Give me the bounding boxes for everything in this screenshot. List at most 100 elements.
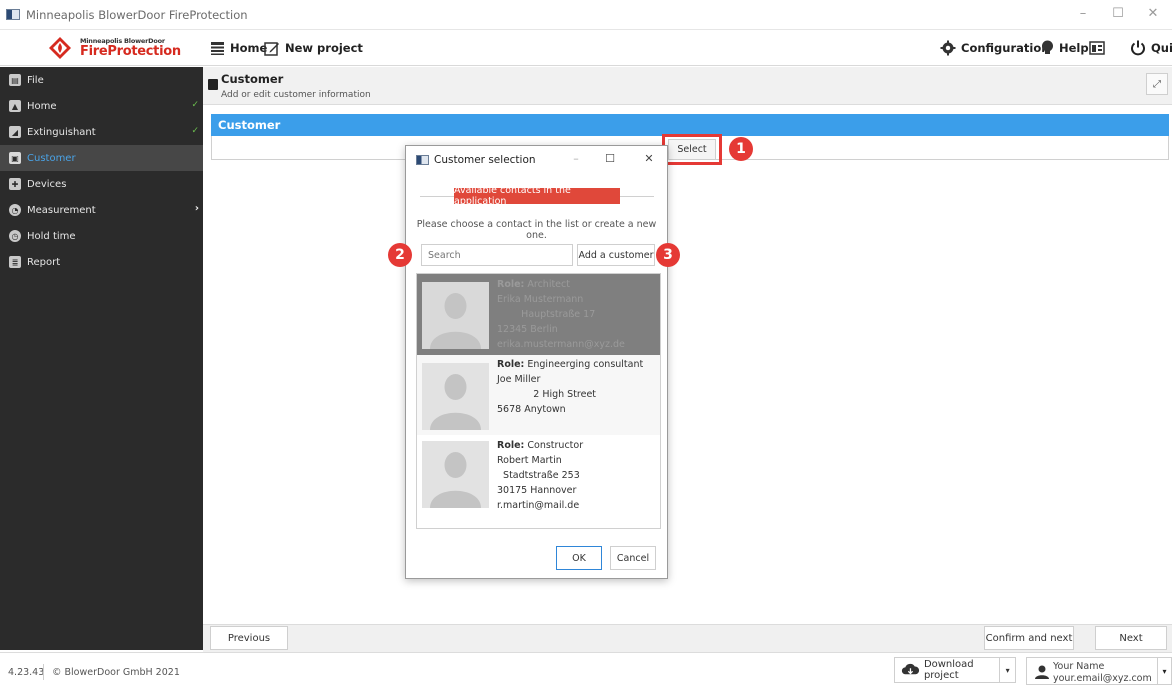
- instruction-text: Please choose a contact in the list or c…: [416, 219, 657, 241]
- home-icon: [211, 41, 224, 55]
- avatar: [422, 282, 489, 349]
- timer-icon: ◷: [9, 230, 21, 242]
- extinguisher-icon: ◢: [9, 126, 21, 138]
- customer-selection-dialog: Customer selection – ☐ ✕ Available conta…: [405, 145, 668, 579]
- dialog-maximize-button[interactable]: ☐: [602, 152, 618, 165]
- contact-name: Robert Martin: [497, 455, 562, 466]
- sidebar-item-home[interactable]: ▲ Home ✓: [0, 93, 203, 119]
- dialog-close-button[interactable]: ✕: [641, 152, 657, 165]
- ok-button[interactable]: OK: [556, 546, 602, 570]
- previous-button[interactable]: Previous: [210, 626, 288, 650]
- sidebar-item-label: Measurement: [27, 204, 96, 216]
- window-title: Minneapolis BlowerDoor FireProtection: [26, 8, 248, 22]
- version-text: 4.23.43: [8, 667, 45, 678]
- person-silhouette-icon: [430, 452, 481, 508]
- contact-city: 30175 Hannover: [497, 485, 577, 496]
- user-email: your.email@xyz.com: [1053, 673, 1152, 684]
- configuration-button[interactable]: Configuration: [940, 38, 1049, 58]
- cloud-download-icon: [901, 663, 920, 675]
- dialog-minimize-button[interactable]: –: [568, 152, 584, 165]
- sidebar-item-label: Report: [27, 256, 61, 268]
- dialog-titlebar: Customer selection – ☐ ✕: [406, 146, 667, 174]
- highlight-frame: [662, 134, 722, 165]
- role-label: Role:: [497, 279, 525, 290]
- contact-street: Stadtstraße 253: [503, 470, 580, 481]
- lightbulb-icon: [1042, 40, 1053, 54]
- confirm-next-button[interactable]: Confirm and next: [984, 626, 1074, 650]
- help-label: Help: [1059, 41, 1089, 55]
- user-dropdown-icon[interactable]: ▾: [1157, 658, 1171, 684]
- customer-panel-header: Customer: [211, 114, 1169, 136]
- cancel-button[interactable]: Cancel: [610, 546, 656, 570]
- sidebar-item-hold-time[interactable]: ◷ Hold time: [0, 223, 203, 249]
- contact-name: Erika Mustermann: [497, 294, 584, 305]
- contact-email: r.martin@mail.de: [497, 500, 580, 511]
- list-item[interactable]: Role: Architect Erika Mustermann Hauptst…: [417, 274, 660, 355]
- logo-fire: Fire: [80, 44, 108, 59]
- contact-details: Role: Architect Erika Mustermann Hauptst…: [497, 277, 625, 352]
- power-icon: [1131, 40, 1145, 56]
- logo-big-text: FireProtection: [80, 44, 181, 59]
- sidebar-item-label: Home: [27, 100, 57, 112]
- maximize-button[interactable]: ☐: [1106, 6, 1130, 21]
- next-button[interactable]: Next: [1095, 626, 1167, 650]
- logo-mark-icon: [49, 37, 71, 59]
- minimize-button[interactable]: –: [1071, 6, 1095, 21]
- sidebar-item-label: Customer: [27, 152, 76, 164]
- checkmark-icon: ✓: [191, 100, 199, 110]
- search-input[interactable]: [421, 244, 573, 266]
- contact-details: Role: Constructor Robert Martin Stadtstr…: [497, 438, 583, 513]
- configuration-label: Configuration: [961, 41, 1050, 55]
- close-button[interactable]: ✕: [1141, 6, 1165, 21]
- person-silhouette-icon: [430, 293, 481, 349]
- contact-city: 5678 Anytown: [497, 404, 566, 415]
- new-project-button[interactable]: New project: [264, 38, 363, 58]
- home-icon: ▲: [9, 100, 21, 112]
- list-item[interactable]: Role: Constructor Robert Martin Stadtstr…: [417, 435, 660, 528]
- sidebar-nav: ▤ File ▲ Home ✓ ◢ Extinguishant ✓ ▣ Cust…: [0, 67, 203, 650]
- add-customer-button[interactable]: Add a customer: [577, 244, 655, 266]
- contact-role: Constructor: [527, 440, 584, 451]
- brand-logo: Minneapolis BlowerDoor FireProtection: [48, 35, 208, 61]
- callout-badge-3: 3: [656, 243, 680, 267]
- measurement-icon: ◔: [9, 204, 21, 216]
- customer-icon: [208, 79, 218, 90]
- contact-list[interactable]: Role: Architect Erika Mustermann Hauptst…: [416, 273, 661, 529]
- layout-icon: [1089, 41, 1105, 55]
- sidebar-item-measurement[interactable]: ◔ Measurement ›: [0, 197, 203, 223]
- callout-badge-1: 1: [729, 137, 753, 161]
- sidebar-item-report[interactable]: ≣ Report: [0, 249, 203, 275]
- layout-button[interactable]: [1089, 38, 1105, 58]
- sidebar-item-label: Extinguishant: [27, 126, 96, 138]
- role-label: Role:: [497, 359, 525, 370]
- contact-email: erika.mustermann@xyz.de: [497, 339, 625, 350]
- download-project-button[interactable]: Download project ▾: [894, 657, 1016, 683]
- app-icon: [6, 9, 20, 20]
- page-title: Customer: [221, 72, 284, 86]
- sidebar-item-extinguishant[interactable]: ◢ Extinguishant ✓: [0, 119, 203, 145]
- quit-button[interactable]: Quit: [1130, 38, 1172, 58]
- customer-icon: ▣: [9, 152, 21, 164]
- expand-icon: ⤢: [1153, 78, 1161, 90]
- fullscreen-button[interactable]: ⤢: [1146, 73, 1168, 95]
- logo-protection: Protection: [107, 44, 181, 59]
- download-label: Download project: [923, 659, 974, 681]
- sidebar-item-customer[interactable]: ▣ Customer: [0, 145, 203, 171]
- help-button[interactable]: Help: [1041, 38, 1089, 58]
- sidebar-item-file[interactable]: ▤ File: [0, 67, 203, 93]
- sidebar-item-label: Devices: [27, 178, 67, 190]
- sidebar-item-label: Hold time: [27, 230, 76, 242]
- avatar: [422, 363, 489, 430]
- sidebar-item-devices[interactable]: ✚ Devices: [0, 171, 203, 197]
- user-account-button[interactable]: Your Name your.email@xyz.com ▾: [1026, 657, 1172, 685]
- contact-name: Joe Miller: [497, 374, 541, 385]
- home-button[interactable]: Home: [210, 38, 267, 58]
- quit-label: Quit: [1151, 41, 1172, 55]
- list-item[interactable]: Role: Engineerging consultant Joe Miller…: [417, 355, 660, 435]
- devices-icon: ✚: [9, 178, 21, 190]
- report-icon: ≣: [9, 256, 21, 268]
- gear-icon: [940, 40, 956, 56]
- user-name: Your Name: [1053, 661, 1105, 672]
- download-dropdown-icon[interactable]: ▾: [999, 658, 1015, 682]
- app-icon: [416, 155, 429, 165]
